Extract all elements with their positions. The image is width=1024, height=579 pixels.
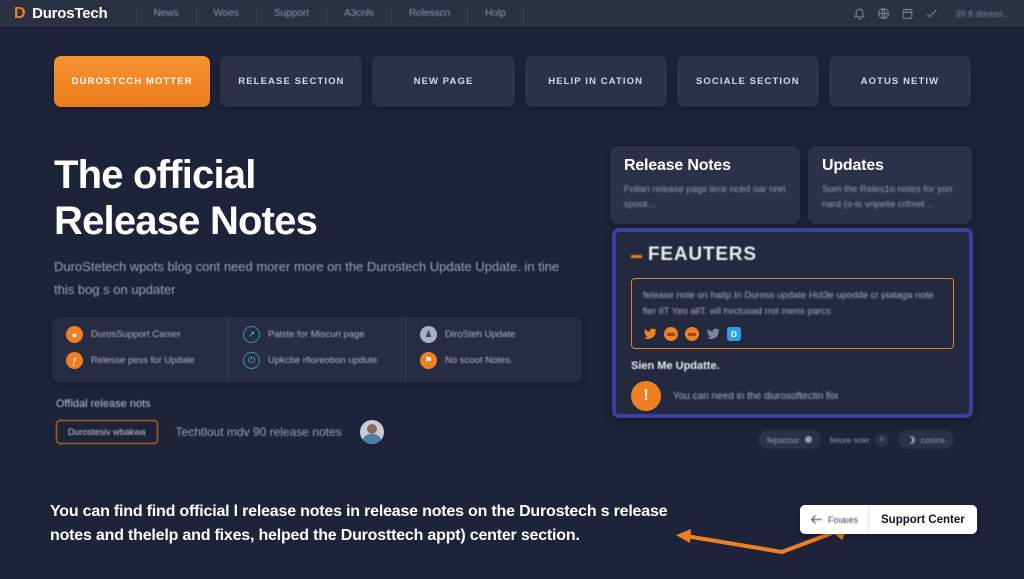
list-item[interactable]: ƒ Relesse pess for Updale [66,352,228,369]
cancel-pill-button[interactable]: caxice [897,430,954,449]
tab-aotus-netiw[interactable]: AOTUS NETIW [828,56,971,107]
page-subtitle: DuroStetech wpots blog cont need morer m… [54,259,560,297]
alert-row: ! You can need in the diurosoftectin fii… [631,381,954,411]
top-nav-item-woes[interactable]: Woes [197,3,257,24]
avatar-body [361,434,382,444]
official-release-notes-text: Techtlout mdv 90 release notes [175,425,342,439]
top-nav-item-agents[interactable]: A3cnls [327,3,392,24]
feedback-dropdown-label: fepacisɑ [767,434,799,445]
globe-icon[interactable] [877,7,890,20]
chat-circle-orange-icon[interactable] [685,327,699,341]
check-icon[interactable] [925,7,938,20]
features-panel-title: FEAUTERS [631,244,954,266]
dash-icon [631,254,642,258]
cancel-pill-label: caxice [920,434,945,445]
avatar [359,420,384,444]
avatar-head [366,424,377,434]
moon-icon [907,436,915,444]
card-title: Updates [822,157,884,174]
support-center-button-group: Foıaıes Support Center [800,505,977,534]
feature-sort-label: feture sokr [829,434,870,445]
card-body: Som the Reles1o notes for yon nard (o-ls… [822,184,953,210]
bell-icon[interactable] [853,7,866,20]
card-release-notes[interactable]: Release Notes Follan release pags lece n… [610,146,800,224]
section-tab-bar: DUROSTCCH MOTTER RELEASE SECTION NEW PAG… [54,56,971,107]
card-title: Release Notes [624,157,731,174]
page-title-line-2: Release Notes [54,199,318,243]
official-release-notes-row: Durostesiv wbakwa Techtlout mdv 90 relea… [56,420,384,444]
logo-mark-icon: D [14,4,26,22]
features-panel-title-text: FEAUTERS [648,244,757,265]
sign-me-updates-label: Sien Me Updatte. [631,360,720,372]
feature-label: No scoot Notes. [445,355,513,366]
brand-name: DurosTech [32,5,108,22]
top-nav-item-releases[interactable]: Rolesscn [392,3,469,24]
user-circle-icon: ● [66,326,83,343]
feature-label: Upkcbe rfioreobon updute [268,355,378,366]
chat-circle-orange-icon[interactable] [664,327,678,341]
features-panel: FEAUTERS felease note on haitp In Duress… [612,228,973,418]
feature-sort-chip: s [874,432,889,447]
flag-circle-icon: ⚑ [420,352,437,369]
twitter-bird-grey-icon[interactable] [706,327,720,341]
list-item[interactable]: ⚑ No scoot Notes. [420,352,582,369]
app-root: D DurosTech News Woes Support A3cnls Rol… [0,0,1024,579]
back-button[interactable]: Foıaıes [800,505,870,534]
top-nav-item-support[interactable]: Support [257,3,327,24]
brand-logo[interactable]: D DurosTech [0,5,108,23]
support-center-button[interactable]: Support Center [869,505,977,534]
top-bar-status-text: 39 8 dontsrl... [955,8,1010,19]
feature-column-1: ● DurosSupport Camer ƒ Relesse pess for … [52,317,229,383]
tab-durostech-matter[interactable]: DUROSTCCH MOTTER [54,56,211,107]
feature-label: DurosSupport Camer [91,329,181,340]
tab-release-section[interactable]: RELEASE SECTION [220,56,363,107]
social-icon-row: D [643,327,942,341]
tab-new-page[interactable]: NEW PAGE [372,56,515,107]
feature-sort-control[interactable]: feture sokr s [829,432,889,447]
calendar-icon[interactable] [901,7,914,20]
alert-exclamation-icon: ! [631,381,661,411]
panel-controls-row: fepacisɑ feture sokr s caxice [758,430,954,449]
dot-icon [804,436,812,443]
durostech-website-button[interactable]: Durostesiv wbakwa [56,420,158,444]
twitter-bird-orange-icon[interactable] [643,327,657,341]
features-highlight-text: felease note on haitp In Duress update H… [643,290,934,317]
feature-label: Palste for Miscuri page [268,329,365,340]
top-navigation-bar: D DurosTech News Woes Support A3cnls Rol… [0,0,1024,28]
bottom-banner-text: You can find find official l release not… [50,503,668,544]
feature-label: DiroSteh Update [445,329,516,340]
feature-summary-box: ● DurosSupport Camer ƒ Relesse pess for … [52,317,582,383]
power-circle-icon: ⏻ [243,352,260,369]
blue-square-icon[interactable]: D [727,327,741,341]
list-item[interactable]: ↗ Palste for Miscuri page [243,326,405,343]
back-arrow-icon [811,515,822,524]
card-body: Follan release pags lece nced oar nret s… [624,184,786,210]
list-item[interactable]: ⏻ Upkcbe rfioreobon updute [243,352,405,369]
alert-text: You can need in the diurosoftectin fiix [673,390,839,402]
top-nav-links: News Woes Support A3cnls Rolesscn Holp [135,0,524,28]
top-bar-utility-area: 39 8 dontsrl... [853,7,1024,20]
top-nav-item-news[interactable]: News [135,3,197,24]
list-item[interactable]: ♟ DiroSteh Update [420,326,582,343]
list-item[interactable]: ● DurosSupport Camer [66,326,228,343]
page-title: The official Release Notes [54,152,574,244]
info-circle-icon: ƒ [66,352,83,369]
card-updates[interactable]: Updates Som the Reles1o notes for yon na… [808,146,972,224]
feature-label: Relesse pess for Updale [91,355,195,366]
tab-help-in-cation[interactable]: HELIP IN CATION [524,56,667,107]
tab-sociale-section[interactable]: SOCIALE SECTION [676,56,819,107]
person-circle-icon: ♟ [420,326,437,343]
feature-column-2: ↗ Palste for Miscuri page ⏻ Upkcbe rfior… [229,317,406,383]
official-release-notes-label: Offidal release nots [56,398,151,410]
feature-column-3: ♟ DiroSteh Update ⚑ No scoot Notes. [406,317,582,383]
features-highlight-box: felease note on haitp In Duress update H… [631,278,954,349]
top-nav-item-help[interactable]: Holp [468,3,524,24]
clock-circle-icon: ↗ [243,326,260,343]
back-button-label: Foıaıes [828,514,859,525]
page-title-line-1: The official [54,153,256,197]
feedback-dropdown[interactable]: fepacisɑ [758,430,821,449]
